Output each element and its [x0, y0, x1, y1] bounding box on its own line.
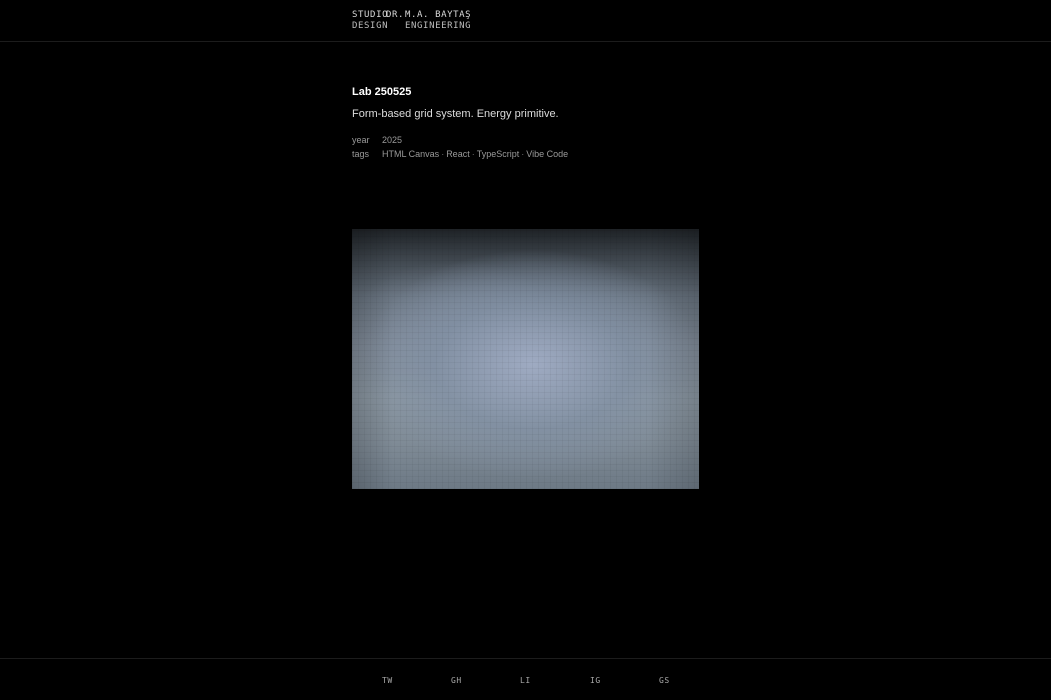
- brand-logo-link[interactable]: STUDIO DR. M.A. BAYTAŞ DESIGN ENGINEERING: [352, 10, 471, 32]
- footer-link-gs[interactable]: GS: [659, 676, 670, 685]
- page-title: Lab 250525: [352, 86, 412, 98]
- footer-link-ig[interactable]: IG: [590, 676, 601, 685]
- brand-word-engineering: ENGINEERING: [405, 21, 472, 31]
- brand-line-1: STUDIO DR. M.A. BAYTAŞ: [352, 10, 471, 21]
- brand-word-name: M.A. BAYTAŞ: [405, 10, 472, 20]
- meta-row-tags: tags HTML Canvas · React · TypeScript · Vibe C…: [352, 148, 699, 162]
- tag-separator: ·: [471, 148, 475, 159]
- lab-detail: Lab 250525 Form-based grid system. Energ…: [352, 86, 699, 161]
- lab-description: Form-based grid system. Energy primitive…: [352, 108, 559, 120]
- footer-link-gh[interactable]: GH: [451, 676, 462, 685]
- site-header: STUDIO DR. M.A. BAYTAŞ DESIGN ENGINEERING: [0, 0, 1051, 42]
- meta-row-year: year 2025: [352, 134, 699, 148]
- tag-separator: ·: [441, 148, 445, 159]
- tag-html-canvas: HTML Canvas: [382, 148, 440, 159]
- tag-react: React: [446, 148, 470, 159]
- lab-meta: year 2025 tags HTML Canvas · React · TypeScr…: [352, 134, 699, 161]
- brand-word-studio: STUDIO: [352, 10, 389, 20]
- tag-typescript: TypeScript: [476, 148, 520, 159]
- energy-grid-canvas[interactable]: [352, 229, 699, 489]
- footer-link-li[interactable]: LI: [520, 676, 531, 685]
- footer-link-tw[interactable]: TW: [382, 676, 393, 685]
- year-label: year: [352, 135, 370, 145]
- tag-separator: ·: [521, 148, 525, 159]
- brand-word-design: DESIGN: [352, 21, 389, 31]
- brand-line-2: DESIGN ENGINEERING: [352, 21, 471, 32]
- tags-label: tags: [352, 148, 370, 159]
- brand-word-dr: DR.: [386, 10, 405, 20]
- tag-vibe-code: Vibe Code: [526, 148, 569, 159]
- brand-spacer: [386, 21, 405, 32]
- tags-list: HTML Canvas · React · TypeScript · Vibe Code: [382, 148, 568, 162]
- site-footer: TW GH LI IG GS: [0, 658, 1051, 700]
- year-value: 2025: [382, 135, 403, 145]
